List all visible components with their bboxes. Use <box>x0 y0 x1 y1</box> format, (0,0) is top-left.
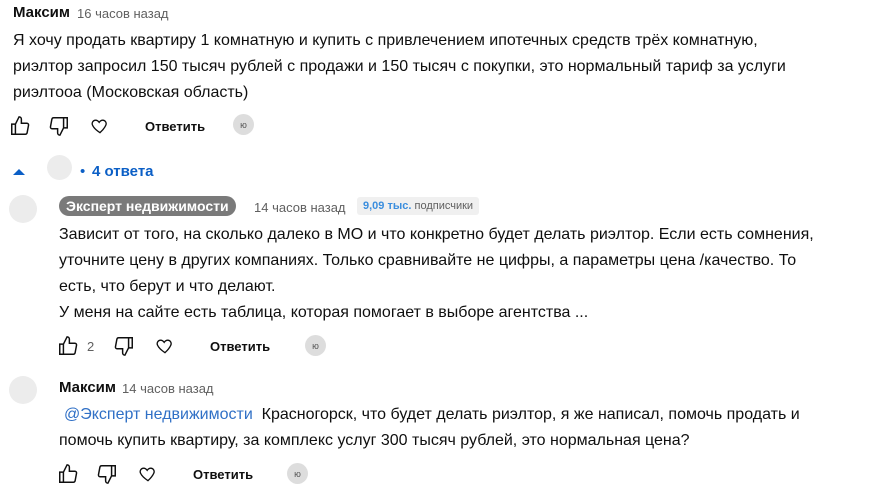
like-icon[interactable] <box>9 115 31 137</box>
like-icon[interactable] <box>57 335 79 357</box>
comment-text: Зависит от того, на сколько далеко в МО … <box>59 222 814 326</box>
comment-line: помочь купить квартиру, за комплекс услу… <box>59 432 690 449</box>
dislike-icon[interactable] <box>113 335 135 357</box>
reply-button[interactable]: Ответить <box>193 467 253 482</box>
comment-line: Зависит от того, на сколько далеко в МО … <box>59 226 814 243</box>
comment-author[interactable]: Максим <box>13 4 70 21</box>
like-count: 2 <box>87 339 95 354</box>
avatar[interactable] <box>9 376 37 404</box>
like-icon[interactable] <box>57 463 79 485</box>
avatar <box>47 155 72 180</box>
comment-line: @Эксперт недвижимости Красногорск, что б… <box>59 402 800 428</box>
comment-author[interactable]: Максим <box>59 379 116 396</box>
reply-button[interactable]: Ответить <box>145 119 205 134</box>
collapse-replies-icon[interactable] <box>11 163 27 179</box>
comment-text: @Эксперт недвижимости Красногорск, что б… <box>59 402 800 454</box>
subscriber-label: подписчики <box>414 200 474 212</box>
comment-line: уточните цену в других компаниях. Только… <box>59 252 797 269</box>
mention-link[interactable]: @Эксперт недвижимости <box>59 406 253 423</box>
avatar-mark: ю <box>294 468 301 479</box>
dislike-icon[interactable] <box>96 463 118 485</box>
dislike-icon[interactable] <box>48 115 70 137</box>
comment-line: риэлтор запросил 150 тысяч рублей с прод… <box>13 58 786 75</box>
comment-time[interactable]: 14 часов назад <box>254 200 346 215</box>
reply-button[interactable]: Ответить <box>210 339 270 354</box>
comment-line-text: Красногорск, что будет делать риэлтор, я… <box>252 406 800 423</box>
creator-heart-avatar: ю <box>287 463 308 484</box>
creator-heart-avatar: ю <box>233 114 254 135</box>
heart-icon[interactable] <box>89 115 111 137</box>
avatar-mark: ю <box>312 340 319 351</box>
creator-heart-avatar: ю <box>305 335 326 356</box>
comment-line[interactable]: У меня на сайте есть таблица, которая по… <box>59 300 814 326</box>
comment-time[interactable]: 16 часов назад <box>77 6 169 21</box>
replies-toggle[interactable]: 4 ответа <box>92 163 154 180</box>
avatar-mark: ю <box>240 119 247 130</box>
comment-line: риэлтооа (Московская область) <box>13 84 249 101</box>
avatar[interactable] <box>9 195 37 223</box>
heart-icon[interactable] <box>154 335 176 357</box>
comment-text: Я хочу продать квартиру 1 комнатную и ку… <box>13 28 786 106</box>
bullet-icon: • <box>80 163 86 180</box>
comment-line: Я хочу продать квартиру 1 комнатную и ку… <box>13 32 758 49</box>
comment-line: есть, что берут и что делают. <box>59 278 276 295</box>
heart-icon[interactable] <box>137 463 159 485</box>
subscriber-badge: 9,09 тыс. подписчики <box>357 197 480 215</box>
subscriber-count: 9,09 тыс. <box>363 200 412 212</box>
comment-time[interactable]: 14 часов назад <box>122 381 214 396</box>
author-chip[interactable]: Эксперт недвижимости <box>59 196 236 216</box>
